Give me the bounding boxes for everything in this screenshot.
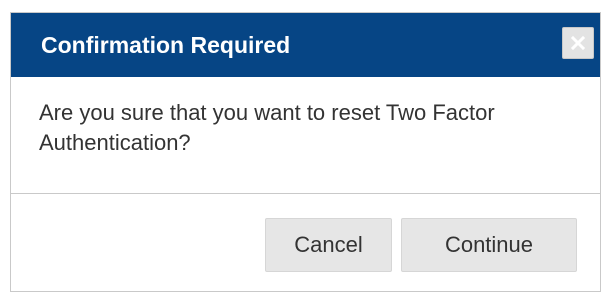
dialog-titlebar: Confirmation Required <box>11 13 600 77</box>
dialog-title: Confirmation Required <box>41 32 291 58</box>
cancel-button[interactable]: Cancel <box>265 218 392 272</box>
close-icon <box>571 36 585 50</box>
dialog-footer: Cancel Continue <box>11 194 600 292</box>
dialog-message: Are you sure that you want to reset Two … <box>39 100 495 155</box>
dialog-body: Are you sure that you want to reset Two … <box>11 77 600 194</box>
continue-button[interactable]: Continue <box>401 218 577 272</box>
close-button[interactable] <box>562 27 594 59</box>
confirmation-dialog: Confirmation Required Are you sure that … <box>10 12 601 292</box>
